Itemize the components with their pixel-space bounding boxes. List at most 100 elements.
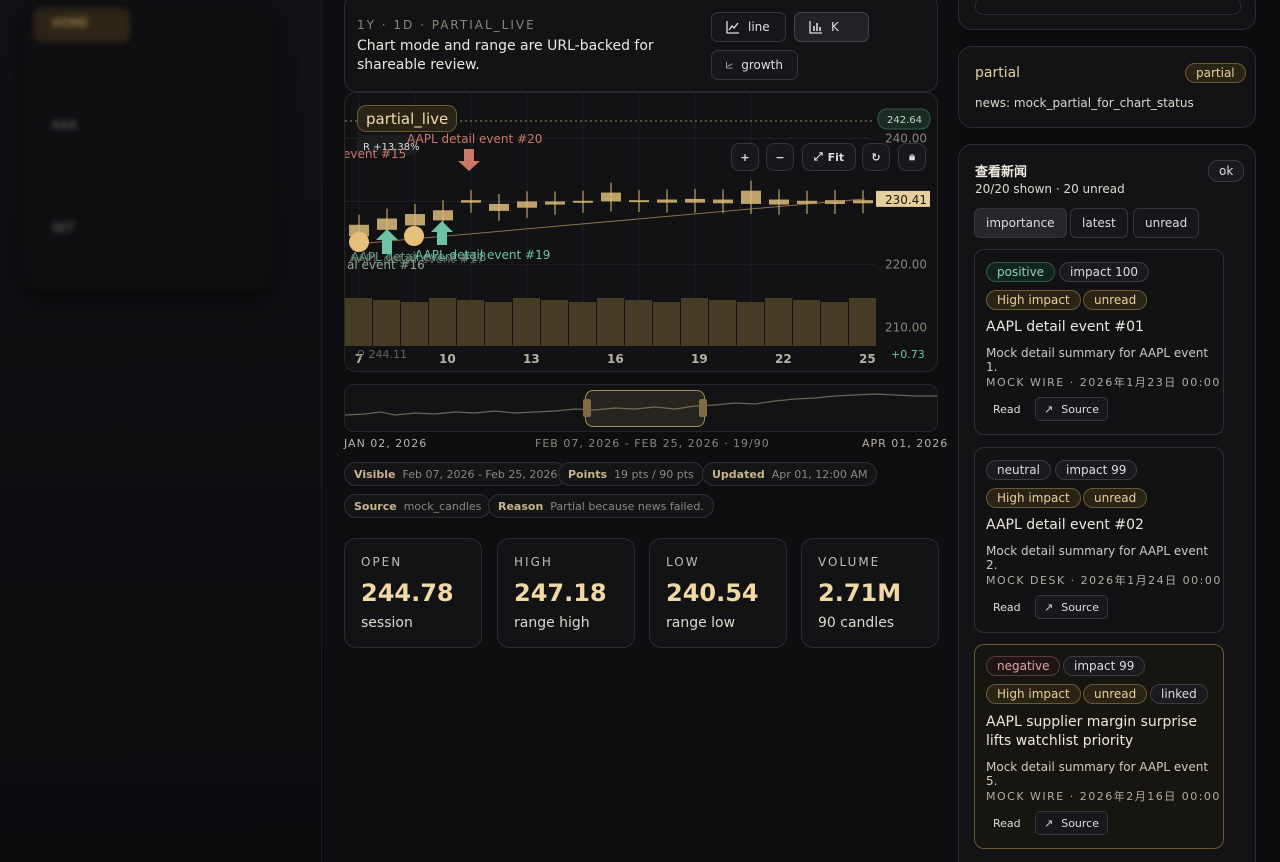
- growth-chart-icon: [726, 61, 733, 69]
- news-title: AAPL detail event #01: [986, 319, 1144, 335]
- meta-updated: Updated Apr 01, 12:00 AM: [702, 462, 878, 486]
- volume-bar: [849, 298, 876, 346]
- navigator-window-label: FEB 07, 2026 - FEB 25, 2026 · 19/90: [535, 437, 770, 450]
- candle-body: [629, 200, 649, 203]
- top-card: [958, 0, 1256, 30]
- y-tick-label: 210.00: [885, 321, 927, 335]
- candle-body: [517, 201, 537, 208]
- lock-icon: 🔒︎: [909, 150, 915, 163]
- fit-label: Fit: [827, 150, 845, 164]
- zoom-in-button[interactable]: +: [731, 143, 759, 171]
- x-tick-label: 19: [691, 352, 708, 366]
- candle-body: [685, 198, 705, 203]
- sort-unread-button[interactable]: unread: [1133, 208, 1200, 238]
- stat-open-value: 244.78: [361, 579, 454, 607]
- navigator-end-label: APR 01, 2026: [862, 437, 949, 450]
- volume-bar: [821, 302, 848, 346]
- navigator-window[interactable]: [585, 390, 705, 427]
- status-card: partial partial news: mock_partial_for_c…: [958, 46, 1256, 128]
- refresh-icon: ↻: [871, 150, 881, 164]
- sort-latest-button[interactable]: latest: [1070, 208, 1128, 238]
- source-button[interactable]: ↗ Source: [1035, 397, 1108, 421]
- navigator-start-label: JAN 02, 2026: [344, 437, 428, 450]
- volume-bar: [345, 298, 372, 346]
- volume-bar: [625, 300, 652, 346]
- sidebar-item-aaa[interactable]: AAA: [34, 110, 130, 144]
- news-item[interactable]: positive impact 100 High impact unread A…: [974, 249, 1224, 435]
- meta-updated-key: Updated: [712, 467, 765, 481]
- stat-open: OPEN 244.78 session: [344, 538, 482, 648]
- sidebar-item-home[interactable]: HOME: [34, 8, 130, 42]
- source-button[interactable]: ↗ Source: [1035, 595, 1108, 619]
- volume-bar: [513, 298, 540, 346]
- mode-k-button[interactable]: K: [794, 12, 869, 42]
- status-card-detail: news: mock_partial_for_chart_status: [975, 96, 1194, 110]
- event-label-negative: event #15: [345, 147, 406, 161]
- top-card-inner: [975, 0, 1241, 15]
- reset-button[interactable]: ↻: [862, 143, 890, 171]
- news-summary: Mock detail summary for AAPL event 2.: [986, 544, 1209, 572]
- zoom-out-button[interactable]: −: [766, 143, 794, 171]
- volume-bar: [681, 298, 708, 346]
- y-tick-label: 220.00: [885, 258, 927, 272]
- range-navigator[interactable]: [344, 384, 938, 432]
- event-marker: [404, 226, 424, 246]
- event-label-positive: al event #16: [347, 258, 425, 272]
- mode-line-button[interactable]: line: [711, 12, 786, 42]
- sidebar-item-set[interactable]: SET: [34, 213, 130, 247]
- trend-line: [358, 198, 866, 245]
- volume-bar: [653, 302, 680, 346]
- meta-points-key: Points: [568, 467, 608, 481]
- volume-bar: [401, 302, 428, 346]
- main-column: 1Y · 1D · PARTIAL_LIVE Chart mode and ra…: [322, 0, 958, 862]
- plus-icon: +: [740, 150, 750, 164]
- read-button[interactable]: Read: [986, 397, 1028, 421]
- news-title: AAPL supplier margin surprise lifts watc…: [986, 714, 1197, 749]
- level-badge: High impact: [986, 488, 1081, 508]
- sort-importance-button[interactable]: importance: [974, 208, 1067, 238]
- chart-eyebrow: 1Y · 1D · PARTIAL_LIVE: [357, 18, 536, 32]
- x-tick-label: 25: [859, 352, 876, 366]
- volume-bar: [765, 298, 792, 346]
- news-item[interactable]: neutral impact 99 High impact unread AAP…: [974, 447, 1224, 633]
- source-button-label: Source: [1061, 600, 1099, 614]
- candle-body: [405, 214, 425, 226]
- status-card-title: partial: [975, 65, 1021, 81]
- stat-volume-value: 2.71M: [818, 579, 902, 607]
- volume-bar: [373, 300, 400, 346]
- mode-line-label: line: [748, 20, 770, 34]
- news-source: MOCK WIRE · 2026年1月23日 00:00: [986, 376, 1221, 389]
- stat-high: HIGH 247.18 range high: [497, 538, 635, 648]
- stat-low: LOW 240.54 range low: [649, 538, 787, 648]
- navigator-left-handle[interactable]: [583, 399, 591, 417]
- meta-points: Points 19 pts / 90 pts: [558, 462, 704, 486]
- meta-reason-value: Partial because news failed.: [550, 499, 704, 513]
- candle-body: [657, 199, 677, 203]
- source-button[interactable]: ↗ Source: [1035, 811, 1108, 835]
- impact-badge: impact 99: [1055, 460, 1138, 480]
- mode-growth-button[interactable]: growth: [711, 50, 798, 80]
- price-chart[interactable]: 240.00230.00220.00210.00230.41242.64R +1…: [344, 92, 938, 372]
- status-card-badge: partial: [1185, 63, 1246, 83]
- low-price-tag: ⚲ 244.11: [357, 348, 407, 361]
- x-tick-label: 13: [523, 352, 540, 366]
- volume-bar: [429, 298, 456, 346]
- fit-button[interactable]: ⤢ Fit: [802, 143, 856, 171]
- read-button[interactable]: Read: [986, 811, 1028, 835]
- unread-badge: unread: [1083, 684, 1148, 704]
- volume-bar: [737, 302, 764, 346]
- bar-chart-icon: [809, 21, 822, 34]
- volume-bar: [793, 300, 820, 346]
- news-item[interactable]: negative impact 99 High impact unread li…: [974, 644, 1224, 849]
- navigator-right-handle[interactable]: [699, 399, 707, 417]
- lock-button[interactable]: 🔒︎: [898, 143, 926, 171]
- candle-body: [461, 200, 481, 203]
- candle-body: [741, 190, 761, 204]
- stat-volume-sub: 90 candles: [818, 615, 895, 631]
- linked-badge: linked: [1150, 684, 1208, 704]
- event-label-negative: AAPL detail event #20: [407, 132, 542, 146]
- level-badge: High impact: [986, 684, 1081, 704]
- volume-bar: [541, 300, 568, 346]
- volume-bar: [709, 300, 736, 346]
- read-button[interactable]: Read: [986, 595, 1028, 619]
